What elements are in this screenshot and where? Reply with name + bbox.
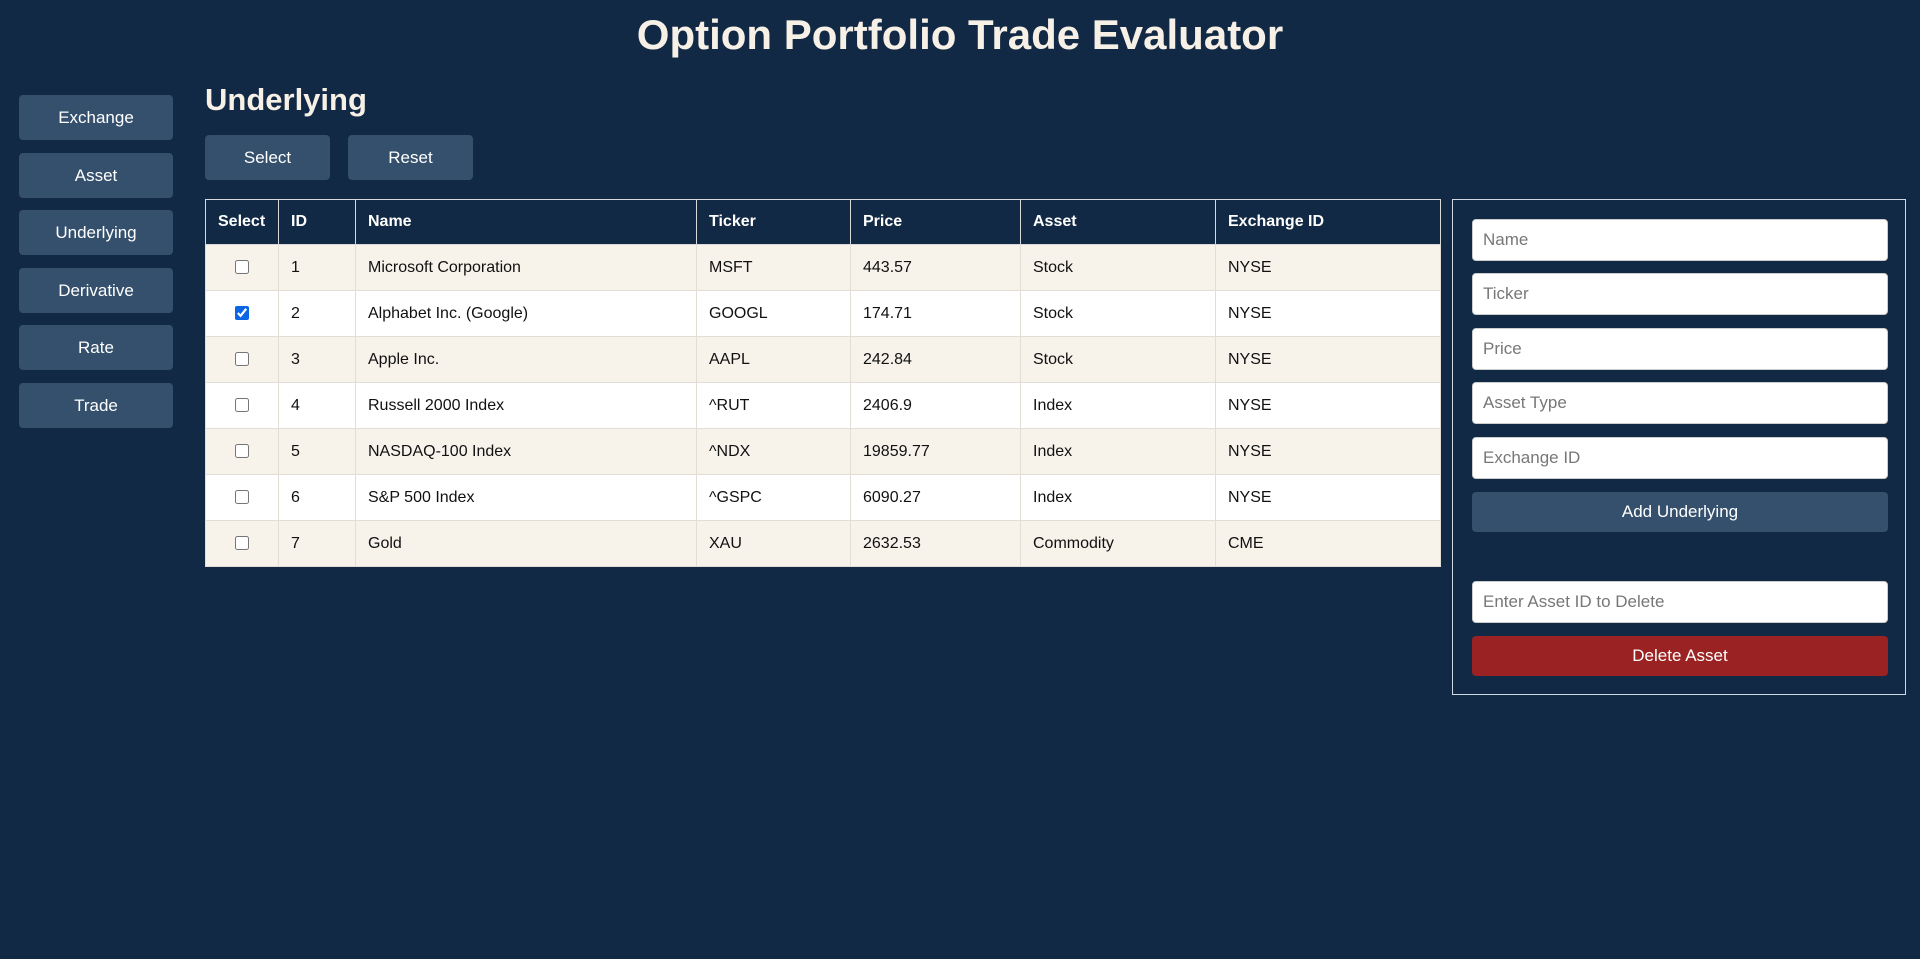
name-cell: NASDAQ-100 Index [355,428,697,475]
exchange-id-cell: NYSE [1215,382,1441,429]
asset-cell: Index [1020,474,1216,521]
ticker-cell: XAU [696,520,851,567]
ticker-cell: AAPL [696,336,851,383]
name-cell: Alphabet Inc. (Google) [355,290,697,337]
name-cell: Apple Inc. [355,336,697,383]
name-cell: Gold [355,520,697,567]
column-header-ticker: Ticker [696,199,851,245]
sidebar-item-rate[interactable]: Rate [19,325,173,370]
sidebar-item-trade[interactable]: Trade [19,382,173,428]
add-underlying-button[interactable]: Add Underlying [1472,492,1888,532]
id-cell: 6 [278,474,356,521]
asset-type-input[interactable] [1472,382,1888,424]
select-cell [205,290,279,337]
asset-cell: Stock [1020,244,1216,291]
sidebar-item-asset[interactable]: Asset [19,152,173,198]
row-select-checkbox[interactable] [235,536,249,551]
column-header-price: Price [850,199,1021,245]
price-cell: 242.84 [850,336,1021,383]
ticker-cell: ^RUT [696,382,851,429]
table-row[interactable]: 4 Russell 2000 Index ^RUT 2406.9 Index N… [205,382,1441,429]
ticker-cell: ^NDX [696,428,851,475]
select-cell [205,474,279,521]
select-cell [205,336,279,383]
row-select-checkbox[interactable] [235,352,249,367]
table-row[interactable]: 6 S&P 500 Index ^GSPC 6090.27 Index NYSE [205,474,1441,521]
price-cell: 2406.9 [850,382,1021,429]
exchange-id-cell: NYSE [1215,244,1441,291]
exchange-id-cell: NYSE [1215,428,1441,475]
asset-cell: Stock [1020,290,1216,337]
table-row[interactable]: 7 Gold XAU 2632.53 Commodity CME [205,520,1441,567]
delete-asset-id-input[interactable] [1472,581,1888,623]
column-header-select: Select [205,199,279,245]
column-header-name: Name [355,199,697,245]
add-underlying-form: Add Underlying Delete Asset [1452,199,1906,695]
price-cell: 19859.77 [850,428,1021,475]
sidebar-item-derivative[interactable]: Derivative [19,267,173,313]
select-cell [205,382,279,429]
sidebar-item-underlying[interactable]: Underlying [19,210,173,255]
id-cell: 5 [278,428,356,475]
id-cell: 2 [278,290,356,337]
table-header-row: Select ID Name Ticker Price Asset Exchan… [205,199,1441,245]
row-select-checkbox[interactable] [235,306,249,321]
exchange-id-cell: NYSE [1215,290,1441,337]
name-cell: S&P 500 Index [355,474,697,521]
ticker-cell: GOOGL [696,290,851,337]
row-select-checkbox[interactable] [235,398,249,413]
sidebar-item-exchange[interactable]: Exchange [19,95,173,140]
name-cell: Russell 2000 Index [355,382,697,429]
select-cell [205,520,279,567]
ticker-cell: MSFT [696,244,851,291]
id-cell: 3 [278,336,356,383]
exchange-id-input[interactable] [1472,437,1888,479]
exchange-id-cell: CME [1215,520,1441,567]
ticker-cell: ^GSPC [696,474,851,521]
sidebar-nav: Exchange Asset Underlying Derivative Rat… [19,95,173,440]
id-cell: 4 [278,382,356,429]
id-cell: 1 [278,244,356,291]
row-select-checkbox[interactable] [235,260,249,275]
table-row[interactable]: 3 Apple Inc. AAPL 242.84 Stock NYSE [205,336,1441,383]
column-header-exchange-id: Exchange ID [1215,199,1441,245]
price-cell: 443.57 [850,244,1021,291]
asset-cell: Stock [1020,336,1216,383]
exchange-id-cell: NYSE [1215,474,1441,521]
ticker-input[interactable] [1472,273,1888,315]
section-title: Underlying [205,82,367,117]
asset-cell: Index [1020,382,1216,429]
underlying-table: Select ID Name Ticker Price Asset Exchan… [205,199,1441,567]
asset-cell: Commodity [1020,520,1216,567]
exchange-id-cell: NYSE [1215,336,1441,383]
id-cell: 7 [278,520,356,567]
name-input[interactable] [1472,219,1888,261]
price-cell: 174.71 [850,290,1021,337]
price-cell: 6090.27 [850,474,1021,521]
row-select-checkbox[interactable] [235,490,249,505]
price-input[interactable] [1472,328,1888,370]
select-button[interactable]: Select [205,135,330,180]
reset-button[interactable]: Reset [348,135,473,180]
table-row[interactable]: 1 Microsoft Corporation MSFT 443.57 Stoc… [205,244,1441,291]
column-header-asset: Asset [1020,199,1216,245]
delete-asset-button[interactable]: Delete Asset [1472,636,1888,676]
app-title: Option Portfolio Trade Evaluator [636,11,1284,58]
table-row[interactable]: 5 NASDAQ-100 Index ^NDX 19859.77 Index N… [205,428,1441,475]
price-cell: 2632.53 [850,520,1021,567]
table-row[interactable]: 2 Alphabet Inc. (Google) GOOGL 174.71 St… [205,290,1441,337]
asset-cell: Index [1020,428,1216,475]
select-cell [205,428,279,475]
column-header-id: ID [278,199,356,245]
name-cell: Microsoft Corporation [355,244,697,291]
row-select-checkbox[interactable] [235,444,249,459]
select-cell [205,244,279,291]
